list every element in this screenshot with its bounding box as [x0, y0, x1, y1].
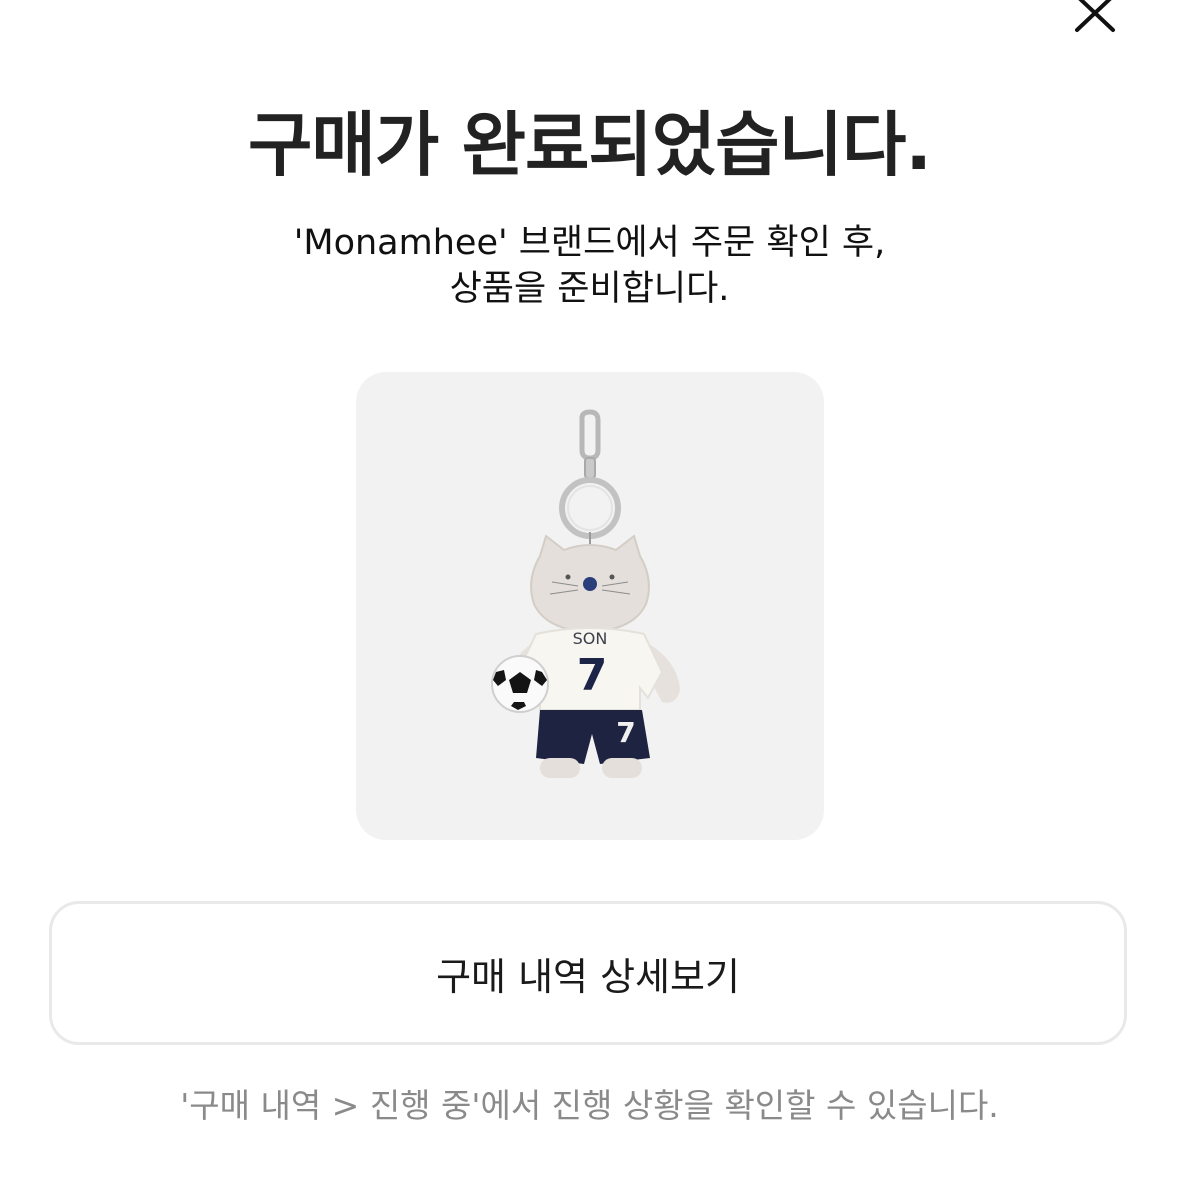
plush-shorts: 7	[536, 710, 650, 764]
shorts-number-text: 7	[616, 716, 635, 749]
page-title: 구매가 완료되었습니다.	[248, 104, 932, 186]
keychain-clasp	[559, 409, 621, 539]
purchase-status-note: '구매 내역 > 진행 중'에서 진행 상황을 확인할 수 있습니다.	[180, 1086, 999, 1125]
jersey-name-text: SON	[573, 629, 608, 648]
completion-message-line-1: 'Monamhee' 브랜드에서 주문 확인 후,	[293, 223, 886, 263]
completion-message-line-2: 상품을 준비합니다.	[449, 269, 730, 309]
product-image-card: SON 7 7	[356, 372, 824, 840]
jersey-number-text: 7	[577, 650, 608, 701]
close-button[interactable]	[1068, 0, 1122, 40]
completion-message: 'Monamhee' 브랜드에서 주문 확인 후, 상품을 준비합니다.	[0, 220, 1179, 312]
soccer-ball	[491, 655, 549, 713]
plush-head	[530, 534, 650, 634]
plush-keychain-image: SON 7 7	[491, 409, 680, 778]
close-icon	[1075, 0, 1115, 32]
purchase-detail-button[interactable]: 구매 내역 상세보기	[49, 901, 1127, 1045]
